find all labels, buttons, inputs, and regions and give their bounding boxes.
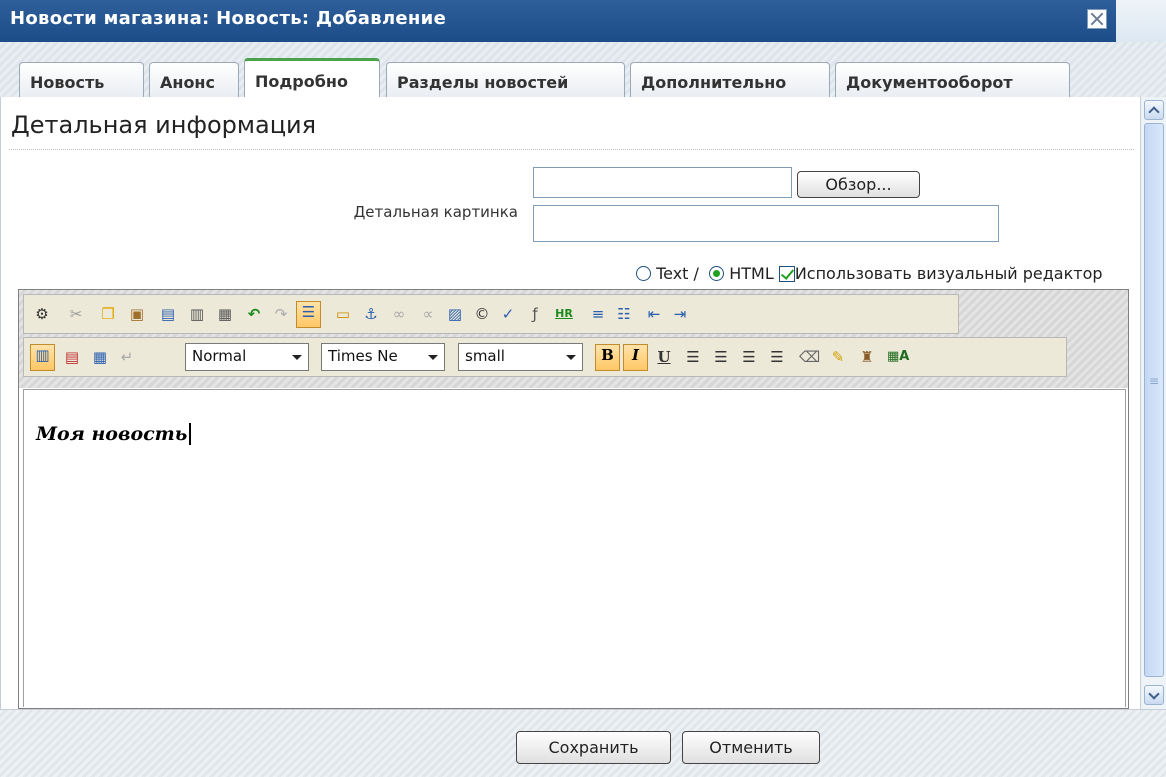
cut-icon[interactable]: ✂ — [66, 304, 86, 324]
anchor-icon[interactable]: ⚓ — [361, 304, 381, 324]
align-left-icon[interactable]: ☰ — [683, 347, 703, 367]
size-select[interactable]: small — [458, 343, 583, 371]
eraser-icon[interactable]: ⌫ — [799, 347, 820, 367]
ordered-list-icon[interactable]: ≡ — [588, 304, 608, 324]
window-title: Новости магазина: Новость: Добавление — [10, 8, 447, 29]
text-mode-label: Text / — [656, 264, 699, 283]
text-mode-radio[interactable] — [636, 266, 651, 281]
spellcheck-icon[interactable]: ✓ — [498, 304, 518, 324]
tab-announce[interactable]: Анонс — [149, 62, 239, 98]
redo-icon[interactable]: ↷ — [271, 304, 291, 324]
dialog-footer: Сохранить Отменить — [0, 709, 1166, 777]
underline-icon[interactable]: U — [654, 347, 674, 367]
tab-content: Детальная информация Детальная картинка … — [0, 97, 1140, 709]
indent-icon[interactable]: ⇥ — [670, 304, 690, 324]
view-source-icon[interactable]: ▤ — [62, 347, 82, 367]
save-button[interactable]: Сохранить — [516, 731, 671, 764]
tab-news-sections[interactable]: Разделы новостей — [386, 62, 625, 98]
link-icon[interactable]: ∞ — [389, 304, 409, 324]
insert-row-icon[interactable]: ☰ — [296, 301, 321, 328]
text-color-icon[interactable]: ♜ — [857, 347, 877, 367]
editor-toolbar-row-2: ▥ ▤ ▦ ↵ Normal Times Ne small B I U ☰ ☰ … — [23, 337, 1067, 377]
bg-color-icon[interactable]: ▦A — [887, 347, 909, 367]
tab-details[interactable]: Подробно — [244, 58, 380, 98]
close-icon[interactable] — [1087, 9, 1107, 29]
image-icon[interactable]: ▨ — [445, 304, 465, 324]
editor-text[interactable]: Моя новость — [36, 423, 192, 445]
bold-icon[interactable]: B — [595, 344, 620, 371]
horizontal-rule-icon[interactable]: HR — [554, 304, 574, 324]
tab-document-flow[interactable]: Документооборот — [835, 62, 1070, 98]
detail-picture-file-input[interactable] — [533, 167, 792, 198]
section-divider — [9, 149, 1134, 150]
format-select-value: Normal — [192, 347, 247, 365]
align-center-icon[interactable]: ☰ — [711, 347, 731, 367]
html-mode-label: HTML — [729, 264, 774, 283]
unordered-list-icon[interactable]: ☷ — [614, 304, 634, 324]
editor-content-area[interactable]: Моя новость — [23, 389, 1126, 707]
select-all-icon[interactable]: ▦ — [215, 304, 235, 324]
italic-icon[interactable]: I — [623, 344, 648, 371]
paste-icon[interactable]: ▣ — [127, 304, 147, 324]
line-break-icon[interactable]: ↵ — [117, 347, 137, 367]
editor-toolbar-row-1: ⚙ ✂ ❐ ▣ ▤ ▥ ▦ ↶ ↷ ☰ ▭ ⚓ ∞ ∝ ▨ © ✓ ƒ HR ≡… — [23, 294, 959, 334]
vertical-scrollbar[interactable] — [1140, 97, 1166, 709]
scroll-thumb[interactable] — [1144, 123, 1164, 677]
chevron-down-icon — [428, 355, 438, 360]
tab-news[interactable]: Новость — [19, 62, 144, 98]
align-right-icon[interactable]: ☰ — [739, 347, 759, 367]
scroll-down-icon[interactable] — [1144, 685, 1164, 705]
visual-editor-label: Использовать визуальный редактор — [794, 264, 1103, 283]
font-select-value: Times Ne — [328, 347, 398, 365]
flash-icon[interactable]: ƒ — [525, 304, 545, 324]
detail-picture-label: Детальная картинка — [353, 203, 518, 221]
format-select[interactable]: Normal — [185, 343, 309, 371]
view-wysiwyg-icon[interactable]: ▥ — [30, 344, 55, 371]
size-select-value: small — [465, 347, 505, 365]
align-justify-icon[interactable]: ☰ — [767, 347, 787, 367]
insert-table-icon[interactable]: ▭ — [333, 304, 353, 324]
outdent-icon[interactable]: ⇤ — [644, 304, 664, 324]
editor-toolbars: ⚙ ✂ ❐ ▣ ▤ ▥ ▦ ↶ ↷ ☰ ▭ ⚓ ∞ ∝ ▨ © ✓ ƒ HR ≡… — [19, 290, 1128, 388]
tab-additional[interactable]: Дополнительно — [630, 62, 830, 98]
settings-icon[interactable]: ⚙ — [32, 304, 52, 324]
detail-picture-description-input[interactable] — [533, 205, 999, 242]
copy-icon[interactable]: ❐ — [98, 304, 118, 324]
font-select[interactable]: Times Ne — [321, 343, 445, 371]
title-bar[interactable]: Новости магазина: Новость: Добавление — [0, 0, 1166, 42]
view-split-icon[interactable]: ▦ — [90, 347, 110, 367]
tab-strip: Новость Анонс Подробно Разделы новостей … — [0, 42, 1166, 98]
paste-word-icon[interactable]: ▤ — [158, 304, 178, 324]
unlink-icon[interactable]: ∝ — [418, 304, 438, 324]
section-title: Детальная информация — [11, 111, 317, 139]
editor-mode-row: Text / HTML Использовать визуальный реда… — [636, 264, 1103, 283]
scroll-up-icon[interactable] — [1144, 100, 1164, 120]
visual-editor-checkbox[interactable] — [778, 266, 795, 282]
html-editor: ⚙ ✂ ❐ ▣ ▤ ▥ ▦ ↶ ↷ ☰ ▭ ⚓ ∞ ∝ ▨ © ✓ ƒ HR ≡… — [18, 289, 1129, 709]
html-mode-radio[interactable] — [709, 266, 725, 281]
undo-icon[interactable]: ↶ — [244, 304, 264, 324]
chevron-down-icon — [292, 355, 302, 360]
paste-text-icon[interactable]: ▥ — [187, 304, 207, 324]
news-add-dialog: Новости магазина: Новость: Добавление Но… — [0, 0, 1166, 777]
chevron-down-icon — [566, 355, 576, 360]
browse-button[interactable]: Обзор... — [797, 171, 920, 198]
special-char-icon[interactable]: © — [472, 304, 492, 324]
cancel-button[interactable]: Отменить — [682, 731, 820, 764]
clean-icon[interactable]: ✎ — [828, 347, 848, 367]
